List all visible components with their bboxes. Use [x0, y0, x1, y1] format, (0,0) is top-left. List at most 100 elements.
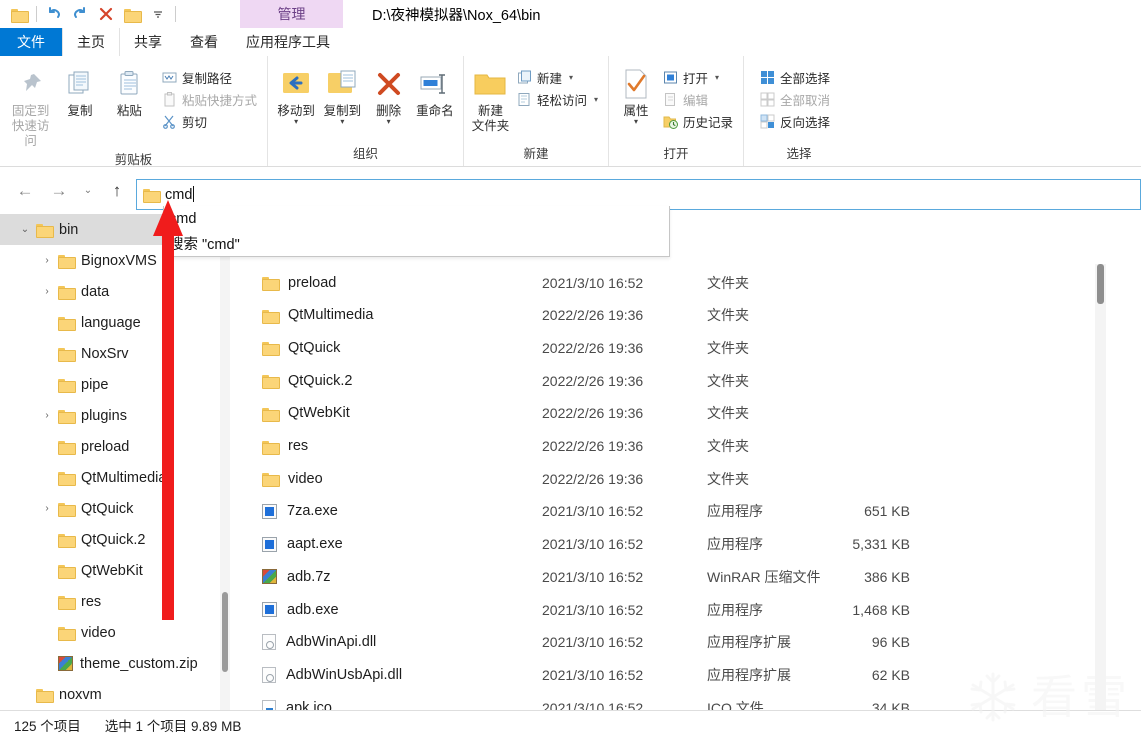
address-suggestions-dropdown[interactable]: cmd 搜索 "cmd"	[163, 206, 670, 257]
management-context-tab[interactable]: 管理	[240, 0, 343, 28]
cell-type: 文件夹	[707, 470, 749, 487]
table-row[interactable]: aapt.exe 2021/3/10 16:52 应用程序 5,331 KB	[232, 528, 1112, 561]
chevron-down-icon[interactable]: ▾	[294, 118, 298, 126]
file-name-label: apk.ico	[286, 699, 332, 710]
tab-share[interactable]: 共享	[120, 28, 176, 56]
table-row[interactable]: preload 2021/3/10 16:52 文件夹	[232, 266, 1112, 299]
table-row[interactable]: res 2022/2/26 19:36 文件夹	[232, 430, 1112, 463]
ribbon-group-select: 全部选择 全部取消 反向选择 选择	[744, 56, 854, 166]
chevron-right-icon[interactable]: ›	[36, 503, 58, 514]
chevron-down-icon[interactable]: ▾	[569, 73, 573, 82]
cell-size: 96 KB	[871, 634, 910, 651]
tree-item-video[interactable]: video	[0, 617, 230, 648]
tree-item-noxvm[interactable]: noxvm	[0, 679, 230, 710]
tree-item-qtquick-2[interactable]: QtQuick.2	[0, 524, 230, 555]
table-row[interactable]: AdbWinApi.dll 2021/3/10 16:52 应用程序扩展 96 KB	[232, 626, 1112, 659]
copy-path-button[interactable]: 复制路径	[158, 66, 261, 88]
cut-button[interactable]: 剪切	[158, 110, 261, 132]
cell-date-modified: 2022/2/26 19:36	[542, 307, 644, 324]
select-all-button[interactable]: 全部选择	[756, 66, 834, 88]
tab-view[interactable]: 查看	[176, 28, 232, 56]
sidebar-scrollbar[interactable]	[220, 214, 230, 710]
file-list-scrollbar-thumb[interactable]	[1097, 264, 1104, 304]
edit-button[interactable]: 编辑	[659, 88, 737, 110]
delete-button[interactable]: 删除 ▾	[367, 60, 411, 126]
up-button[interactable]: ↑	[100, 174, 134, 208]
new-folder-button[interactable]: 新建 文件夹	[470, 60, 511, 134]
copy-button[interactable]: 复制	[55, 60, 104, 119]
folder-icon[interactable]	[6, 2, 32, 26]
table-row[interactable]: adb.7z 2021/3/10 16:52 WinRAR 压缩文件 386 KB	[232, 560, 1112, 593]
redo-icon[interactable]	[67, 2, 93, 26]
move-to-button[interactable]: 移动到 ▾	[274, 60, 318, 126]
table-row[interactable]: video 2022/2/26 19:36 文件夹	[232, 462, 1112, 495]
open-button[interactable]: 打开 ▾	[659, 66, 737, 88]
tree-item-qtquick[interactable]: › QtQuick	[0, 493, 230, 524]
table-row[interactable]: QtQuick 2022/2/26 19:36 文件夹	[232, 331, 1112, 364]
select-none-button[interactable]: 全部取消	[756, 88, 834, 110]
forward-button[interactable]: →	[42, 174, 76, 208]
history-icon	[663, 116, 678, 129]
group-title-organize: 组织	[352, 147, 378, 161]
copy-to-button[interactable]: 复制到 ▾	[320, 60, 364, 126]
chevron-down-icon[interactable]	[145, 2, 171, 26]
tab-home[interactable]: 主页	[62, 28, 120, 56]
tree-item-noxsrv[interactable]: NoxSrv	[0, 338, 230, 369]
paste-shortcut-button[interactable]: 粘贴快捷方式	[158, 88, 261, 110]
tab-file[interactable]: 文件	[0, 28, 62, 56]
chevron-right-icon[interactable]: ›	[36, 255, 58, 266]
pin-to-quick-access-button[interactable]: 固定到 快速访问	[6, 60, 55, 149]
table-row[interactable]: QtMultimedia 2022/2/26 19:36 文件夹	[232, 299, 1112, 332]
table-row[interactable]: adb.exe 2021/3/10 16:52 应用程序 1,468 KB	[232, 593, 1112, 626]
rename-icon	[418, 64, 452, 104]
suggestion-item-search[interactable]: 搜索 "cmd"	[164, 231, 669, 256]
history-button[interactable]: 历史记录	[659, 110, 737, 132]
file-name-label: AdbWinUsbApi.dll	[286, 666, 403, 683]
tree-item-res[interactable]: res	[0, 586, 230, 617]
copy-to-icon	[325, 64, 359, 104]
tree-item-pipe[interactable]: pipe	[0, 369, 230, 400]
navigation-tree[interactable]: ⌄ bin › BignoxVMS › data language NoxSrv pipe › pl…	[0, 214, 230, 710]
tab-application-tools[interactable]: 应用程序工具	[232, 28, 344, 56]
tree-item-language[interactable]: language	[0, 307, 230, 338]
address-input-value[interactable]: cmd	[165, 187, 192, 203]
sidebar-scrollbar-thumb[interactable]	[222, 592, 228, 672]
cell-name: QtQuick.2	[262, 373, 352, 390]
chevron-down-icon[interactable]: ▾	[387, 118, 391, 126]
table-row[interactable]: AdbWinUsbApi.dll 2021/3/10 16:52 应用程序扩展 62 …	[232, 658, 1112, 691]
folder-icon	[262, 276, 280, 291]
folder-icon[interactable]	[119, 2, 145, 26]
chevron-right-icon[interactable]: ›	[36, 286, 58, 297]
chevron-right-icon[interactable]: ›	[36, 410, 58, 421]
tree-item-preload[interactable]: preload	[0, 431, 230, 462]
table-row[interactable]: QtQuick.2 2022/2/26 19:36 文件夹	[232, 364, 1112, 397]
easy-access-button[interactable]: 轻松访问 ▾	[513, 88, 602, 110]
recent-locations-button[interactable]: ⌄	[76, 174, 100, 208]
table-row[interactable]: apk.ico 2021/3/10 16:52 ICO 文件 34 KB	[232, 691, 1112, 710]
tree-item-qtwebkit[interactable]: QtWebKit	[0, 555, 230, 586]
tree-item-plugins[interactable]: › plugins	[0, 400, 230, 431]
file-list[interactable]: preload 2021/3/10 16:52 文件夹 QtMultimedia 202…	[232, 214, 1141, 710]
invert-selection-button[interactable]: 反向选择	[756, 110, 834, 132]
suggestion-item-cmd[interactable]: cmd	[164, 206, 669, 231]
back-button[interactable]: ←	[8, 174, 42, 208]
undo-icon[interactable]	[41, 2, 67, 26]
close-icon[interactable]	[93, 2, 119, 26]
new-item-button[interactable]: 新建 ▾	[513, 66, 602, 88]
chevron-down-icon[interactable]: ▾	[715, 73, 719, 82]
table-row[interactable]: 7za.exe 2021/3/10 16:52 应用程序 651 KB	[232, 495, 1112, 528]
chevron-down-icon[interactable]: ▾	[594, 95, 598, 104]
tree-item-theme-custom-zip[interactable]: theme_custom.zip	[0, 648, 230, 679]
cell-type: ICO 文件	[707, 699, 764, 710]
paste-button[interactable]: 粘贴	[105, 60, 154, 119]
file-list-scrollbar[interactable]	[1095, 264, 1106, 710]
chevron-down-icon[interactable]: ⌄	[14, 224, 36, 235]
chevron-down-icon[interactable]: ▾	[634, 118, 638, 126]
tree-item-data[interactable]: › data	[0, 276, 230, 307]
tree-item-qtmultimedia[interactable]: QtMultimedia	[0, 462, 230, 493]
tree-item-label: video	[81, 624, 116, 641]
properties-button[interactable]: 属性 ▾	[615, 60, 657, 126]
rename-button[interactable]: 重命名	[413, 60, 457, 119]
table-row[interactable]: QtWebKit 2022/2/26 19:36 文件夹	[232, 397, 1112, 430]
chevron-down-icon[interactable]: ▾	[340, 118, 344, 126]
